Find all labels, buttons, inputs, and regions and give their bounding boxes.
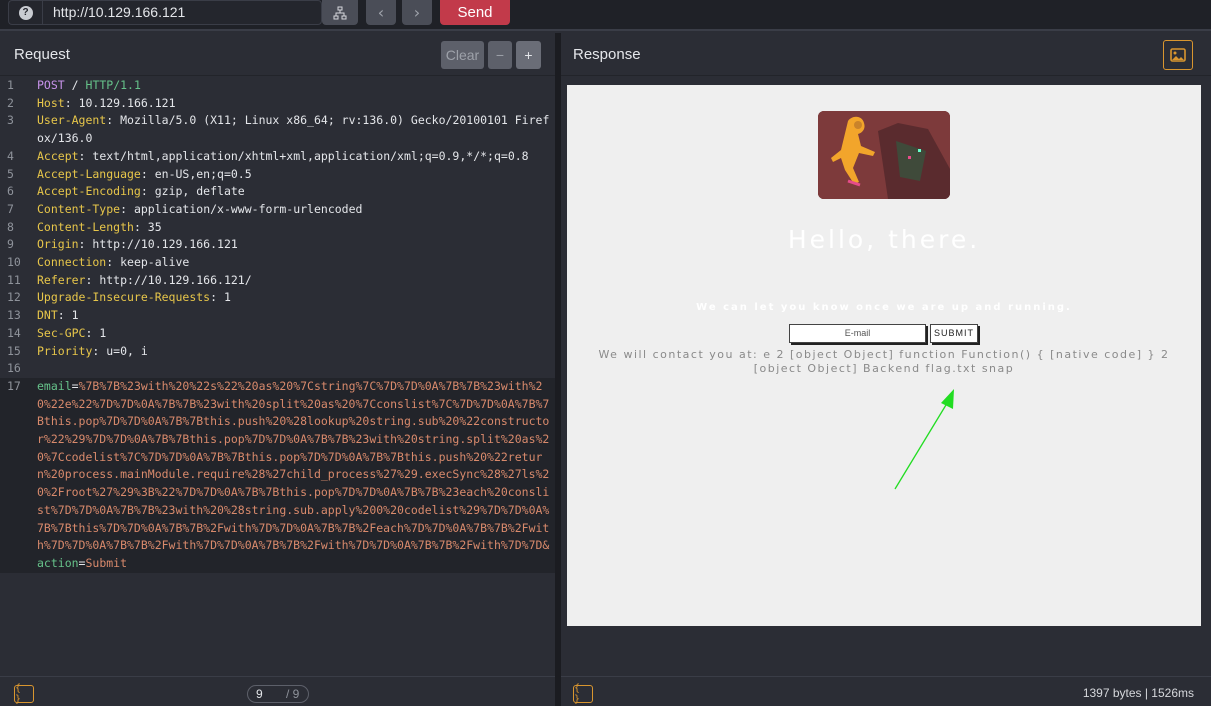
sitemap-icon bbox=[333, 6, 347, 19]
request-editor[interactable]: 1 POST / HTTP/1.1 2 Host: 10.129.166.121 3… bbox=[0, 77, 555, 573]
header-value: http://10.129.166.121 bbox=[92, 237, 238, 252]
header-key: Content-Length bbox=[37, 219, 134, 234]
body-email-value: %7B%7B%23with%20%22s%22%20as%20%7Cstring… bbox=[37, 378, 550, 553]
request-panel: Request Clear − + 1 POST / HTTP/1.1 2 Hos… bbox=[0, 33, 555, 706]
header-key: Referer bbox=[37, 272, 86, 287]
header-key: DNT bbox=[37, 308, 58, 323]
header-key: Accept-Encoding bbox=[37, 184, 141, 199]
pager-current[interactable]: 9 bbox=[256, 687, 263, 701]
code-line: 11 Referer: http://10.129.166.121/ bbox=[7, 272, 252, 287]
header-value: 35 bbox=[147, 219, 162, 234]
header-value: keep-alive bbox=[120, 255, 190, 270]
request-title: Request bbox=[14, 46, 70, 63]
header-value: 1 bbox=[71, 308, 79, 323]
header-key: Connection bbox=[37, 255, 107, 270]
code-line: 9 Origin: http://10.129.166.121 bbox=[7, 237, 238, 252]
code-line: 5 Accept-Language: en-US,en;q=0.5 bbox=[7, 166, 252, 181]
header-key: Priority bbox=[37, 343, 93, 358]
request-header: Request Clear − + bbox=[0, 33, 555, 76]
zoom-out-button[interactable]: − bbox=[488, 41, 512, 69]
code-line: 10 Connection: keep-alive bbox=[7, 255, 190, 270]
back-button[interactable]: ‹ bbox=[366, 0, 396, 25]
code-line: 12 Upgrade-Insecure-Requests: 1 bbox=[7, 290, 231, 305]
header-key: Sec-GPC bbox=[37, 325, 86, 340]
url-input[interactable]: http://10.129.166.121 bbox=[42, 0, 322, 25]
rendered-response: Hello, there. We can let you know once w… bbox=[567, 85, 1201, 626]
braces-icon[interactable]: { } bbox=[573, 683, 593, 705]
header-key: User-Agent bbox=[37, 113, 107, 128]
header-value: gzip, deflate bbox=[154, 184, 245, 199]
body-action-key: action bbox=[37, 555, 79, 570]
chevron-right-icon: › bbox=[413, 3, 421, 22]
header-value: 1 bbox=[99, 325, 107, 340]
forward-button[interactable]: › bbox=[402, 0, 432, 25]
response-footer: { } 1397 bytes | 1526ms bbox=[561, 676, 1211, 706]
request-footer: { } 9 / 9 bbox=[0, 676, 555, 706]
clear-button[interactable]: Clear bbox=[441, 41, 484, 69]
header-key: Accept bbox=[37, 148, 79, 163]
pager[interactable]: 9 / 9 bbox=[247, 685, 309, 703]
sitemap-button[interactable] bbox=[322, 0, 358, 25]
header-value: 1 bbox=[223, 290, 231, 305]
help-button[interactable]: ? bbox=[8, 0, 42, 25]
code-line: 7 Content-Type: application/x-www-form-ur… bbox=[7, 201, 363, 216]
response-stats: 1397 bytes | 1526ms bbox=[1082, 686, 1194, 700]
header-value: text/html,application/xhtml+xml,applicat… bbox=[92, 148, 529, 163]
http-protocol: HTTP/1.1 bbox=[85, 78, 141, 92]
pager-total: / 9 bbox=[286, 687, 300, 701]
header-key: Origin bbox=[37, 237, 79, 252]
code-line: 6 Accept-Encoding: gzip, deflate bbox=[7, 184, 245, 199]
code-line: 14 Sec-GPC: 1 bbox=[7, 325, 107, 340]
response-header: Response bbox=[561, 33, 1211, 76]
question-icon: ? bbox=[18, 5, 33, 20]
braces-icon[interactable]: { } bbox=[14, 683, 34, 705]
chevron-left-icon: ‹ bbox=[377, 3, 385, 22]
code-line: 16 bbox=[7, 361, 21, 376]
header-value: u=0, i bbox=[106, 343, 148, 358]
code-line: 15 Priority: u=0, i bbox=[7, 343, 148, 358]
http-path: / bbox=[71, 78, 79, 92]
header-key: Host bbox=[37, 95, 65, 110]
code-line-body: 17 email=%7B%7B%23with%20%22s%22%20as%20… bbox=[0, 377, 555, 573]
http-method: POST bbox=[37, 78, 65, 92]
header-value: application/x-www-form-urlencoded bbox=[133, 201, 363, 216]
code-line: 13 DNT: 1 bbox=[7, 308, 79, 323]
top-toolbar: ? http://10.129.166.121 ‹ › Send bbox=[0, 0, 1211, 31]
body-email-key: email bbox=[37, 378, 72, 393]
header-key: Content-Type bbox=[37, 201, 121, 216]
code-line: 4 Accept: text/html,application/xhtml+xml… bbox=[7, 148, 529, 163]
response-panel: Response Hello, there. We can let you kn… bbox=[561, 33, 1211, 706]
code-line: 3 User-Agent: Mozilla/5.0 (X11; Linux x86… bbox=[7, 113, 550, 146]
header-value: en-US,en;q=0.5 bbox=[154, 166, 252, 181]
header-value: http://10.129.166.121/ bbox=[99, 272, 252, 287]
header-key: Accept-Language bbox=[37, 166, 141, 181]
image-icon bbox=[1170, 48, 1186, 62]
body-action-value: Submit bbox=[85, 555, 128, 570]
render-image-button[interactable] bbox=[1163, 40, 1193, 70]
response-title: Response bbox=[573, 46, 641, 63]
header-value: 10.129.166.121 bbox=[78, 95, 176, 110]
code-line: 2 Host: 10.129.166.121 bbox=[7, 95, 176, 110]
send-button[interactable]: Send bbox=[440, 0, 510, 25]
zoom-in-button[interactable]: + bbox=[516, 41, 541, 69]
code-line: 1 POST / HTTP/1.1 bbox=[7, 78, 141, 92]
header-key: Upgrade-Insecure-Requests bbox=[37, 290, 211, 305]
annotation-arrow-icon bbox=[894, 389, 954, 490]
code-line: 8 Content-Length: 35 bbox=[7, 219, 162, 234]
header-value: Mozilla/5.0 (X11; Linux x86_64; rv:136.0… bbox=[37, 113, 550, 146]
